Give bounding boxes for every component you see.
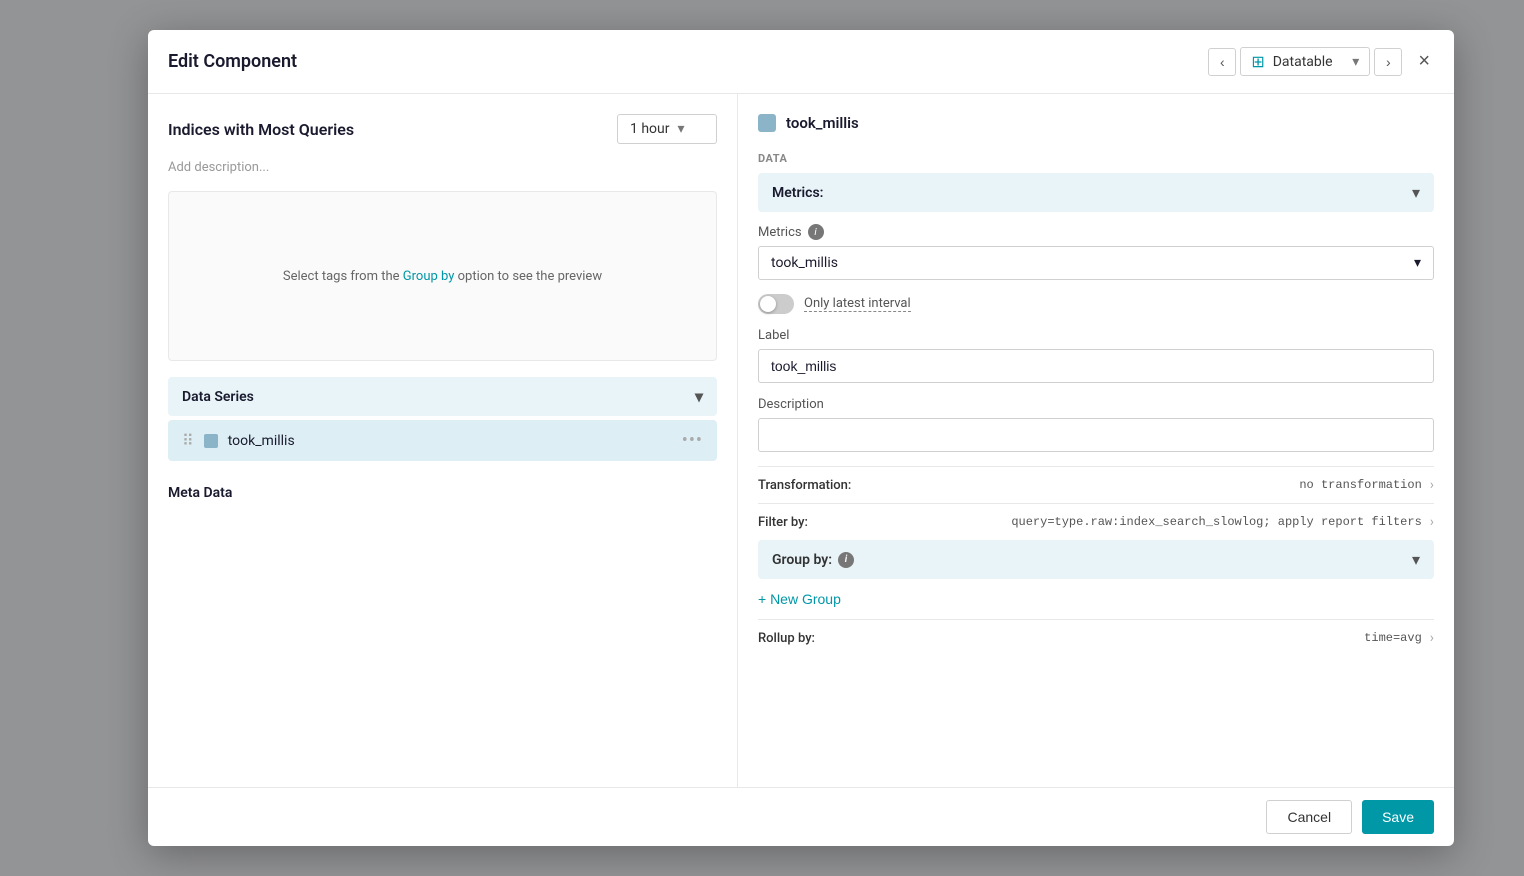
right-panel: took_millis DATA Metrics: ▾ Metrics i to… [738, 94, 1454, 787]
group-by-label: Group by: i [772, 552, 854, 568]
type-caret-icon: ▾ [1352, 54, 1359, 70]
rollup-label: Rollup by: [758, 631, 868, 646]
add-description[interactable]: Add description... [168, 160, 717, 175]
filter-by-row[interactable]: Filter by: query=type.raw:index_search_s… [758, 503, 1434, 540]
filter-value: query=type.raw:index_search_slowlog; app… [876, 515, 1422, 529]
datatable-icon: ⊞ [1251, 52, 1264, 71]
transformation-label: Transformation: [758, 478, 868, 493]
modal-nav: ‹ ⊞ Datatable ▾ › [1208, 47, 1402, 76]
series-more-icon[interactable]: ••• [682, 430, 703, 451]
toggle-knob [760, 296, 776, 312]
rollup-by-row[interactable]: Rollup by: time=avg › [758, 619, 1434, 656]
toggle-label: Only latest interval [804, 296, 911, 312]
preview-text-before: Select tags from the [283, 269, 403, 284]
metrics-collapsible[interactable]: Metrics: ▾ [758, 173, 1434, 212]
metrics-field: Metrics i took_millis ▾ [758, 224, 1434, 280]
data-series-header[interactable]: Data Series ▾ [168, 377, 717, 416]
meta-data-label: Meta Data [168, 477, 717, 509]
group-by-row[interactable]: Group by: i ▾ [758, 540, 1434, 579]
left-panel: Indices with Most Queries 1 hour ▾ Add d… [148, 94, 738, 787]
data-series-section: Data Series ▾ ⠿ took_millis ••• [168, 377, 717, 461]
transformation-row[interactable]: Transformation: no transformation › [758, 466, 1434, 503]
transformation-value: no transformation [876, 478, 1422, 492]
toggle-row: Only latest interval [758, 294, 1434, 314]
nav-next-button[interactable]: › [1374, 48, 1402, 76]
type-label: Datatable [1273, 54, 1345, 70]
metrics-info-icon[interactable]: i [808, 224, 824, 240]
new-group-button[interactable]: + New Group [758, 585, 1434, 613]
edit-component-modal: Edit Component ‹ ⊞ Datatable ▾ › × Indic… [148, 30, 1454, 846]
series-header-name: took_millis [786, 114, 859, 132]
nav-prev-button[interactable]: ‹ [1208, 48, 1236, 76]
modal-header: Edit Component ‹ ⊞ Datatable ▾ › × [148, 30, 1454, 94]
filter-caret-icon: › [1430, 514, 1434, 530]
description-field: Description [758, 397, 1434, 452]
rollup-value: time=avg [876, 631, 1422, 645]
modal-body: Indices with Most Queries 1 hour ▾ Add d… [148, 94, 1454, 787]
series-item[interactable]: ⠿ took_millis ••• [168, 420, 717, 461]
rollup-caret-icon: › [1430, 630, 1434, 646]
description-field-label: Description [758, 397, 1434, 412]
label-input[interactable] [758, 349, 1434, 383]
drag-handle-icon[interactable]: ⠿ [182, 431, 194, 450]
nav-prev-icon: ‹ [1220, 54, 1225, 70]
metrics-caret-icon: ▾ [1412, 183, 1420, 202]
group-by-info-icon[interactable]: i [838, 552, 854, 568]
group-by-link[interactable]: Group by [403, 269, 455, 284]
time-selector[interactable]: 1 hour ▾ [617, 114, 717, 144]
label-field: Label [758, 328, 1434, 383]
time-caret-icon: ▾ [678, 121, 685, 137]
series-name: took_millis [228, 433, 672, 449]
filter-label: Filter by: [758, 515, 868, 530]
data-series-label: Data Series [182, 389, 254, 405]
metrics-select-caret: ▾ [1414, 255, 1421, 271]
label-field-label: Label [758, 328, 1434, 343]
preview-message: Select tags from the Group by option to … [283, 269, 602, 284]
series-color-swatch [204, 434, 218, 448]
component-header: Indices with Most Queries 1 hour ▾ [168, 114, 717, 144]
time-label: 1 hour [630, 121, 670, 137]
type-selector[interactable]: ⊞ Datatable ▾ [1240, 47, 1370, 76]
data-section-label: DATA [758, 152, 1434, 165]
component-title: Indices with Most Queries [168, 120, 354, 139]
cancel-button[interactable]: Cancel [1266, 800, 1352, 834]
group-by-caret-icon: ▾ [1412, 550, 1420, 569]
series-header: took_millis [758, 114, 1434, 132]
nav-next-icon: › [1386, 54, 1391, 70]
latest-interval-toggle[interactable] [758, 294, 794, 314]
data-series-caret-icon: ▾ [695, 387, 703, 406]
metrics-select[interactable]: took_millis ▾ [758, 246, 1434, 280]
description-input[interactable] [758, 418, 1434, 452]
transformation-caret-icon: › [1430, 477, 1434, 493]
modal-title: Edit Component [168, 51, 1208, 72]
preview-text-after: option to see the preview [454, 269, 602, 284]
close-button[interactable]: × [1414, 46, 1434, 77]
save-button[interactable]: Save [1362, 800, 1434, 834]
series-color-box [758, 114, 776, 132]
metrics-select-value: took_millis [771, 255, 838, 271]
modal-footer: Cancel Save [148, 787, 1454, 846]
metrics-label: Metrics: [772, 185, 823, 201]
preview-area: Select tags from the Group by option to … [168, 191, 717, 361]
metrics-field-label: Metrics i [758, 224, 1434, 240]
